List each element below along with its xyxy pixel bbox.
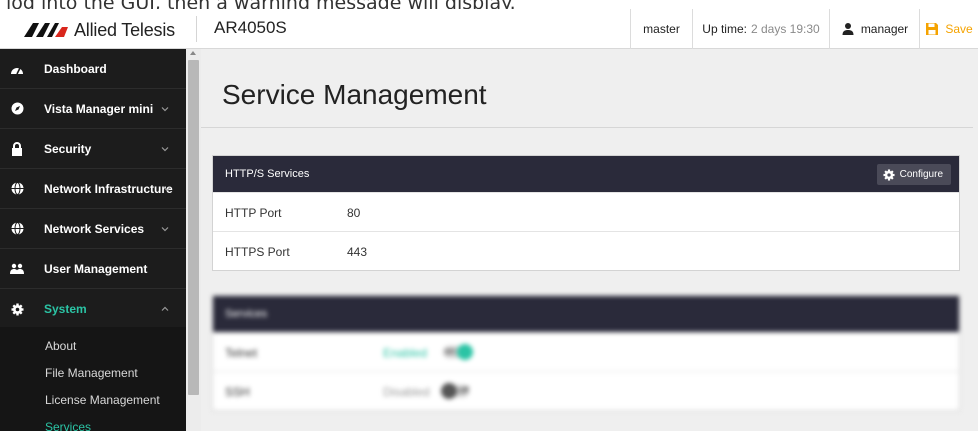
sidebar-item-network-infrastructure[interactable]: Network Infrastructure (0, 169, 186, 209)
submenu-item-about[interactable]: About (45, 339, 76, 353)
card-title: Services (225, 308, 268, 320)
dashboard-icon (10, 62, 24, 76)
sidebar-item-label: Network Services (44, 221, 145, 236)
globe-icon (10, 182, 24, 196)
chevron-up-icon (161, 306, 169, 311)
lock-icon (10, 141, 24, 156)
sidebar-item-network-services[interactable]: Network Services (0, 209, 186, 249)
sidebar-item-label: Network Infrastructure (44, 181, 173, 196)
allied-telesis-logo-icon (24, 23, 68, 37)
row-key: HTTP Port (225, 206, 282, 220)
toggle-text: off (459, 385, 469, 395)
toggle-knob (441, 383, 457, 399)
card-header: Services (213, 296, 959, 332)
header-divider (196, 16, 197, 42)
sidebar: Dashboard Vista Manager mini Security Ne… (0, 49, 186, 431)
gear-icon (10, 302, 24, 316)
chevron-down-icon (163, 186, 171, 191)
sidebar-item-system[interactable]: System (0, 289, 186, 329)
toggle-knob (457, 344, 473, 360)
users-icon (10, 262, 24, 276)
user-name: manager (860, 22, 909, 36)
sidebar-scrollbar-thumb[interactable] (188, 60, 199, 395)
gear-icon (883, 168, 895, 181)
table-row: HTTPS Port 443 (213, 231, 959, 270)
submenu-item-services[interactable]: Services (45, 420, 91, 431)
submenu-item-file-management[interactable]: File Management (45, 366, 138, 380)
uptime-value: 2 days 19:30 (750, 22, 820, 36)
row-value: Enabled (383, 346, 428, 360)
chevron-down-icon (161, 106, 169, 111)
brand-name: Allied Telesis (74, 19, 175, 40)
master-status: master (630, 9, 692, 49)
card-header: HTTP/S Services Configure (213, 156, 959, 192)
uptime-label: Up time: (702, 22, 747, 36)
top-bar: Allied Telesis AR4050S master Up time: 2… (0, 9, 978, 49)
table-row: SSH Disabled off (213, 371, 959, 410)
chevron-down-icon (161, 226, 169, 231)
system-submenu: About File Management License Management… (0, 327, 186, 431)
table-row: Telnet Enabled on (213, 332, 959, 371)
sidebar-item-label: User Management (44, 261, 148, 276)
user-menu[interactable]: manager (829, 9, 919, 49)
sidebar-item-label: System (44, 302, 87, 316)
sidebar-item-dashboard[interactable]: Dashboard (0, 49, 186, 89)
globe-icon (10, 222, 24, 236)
row-value: 80 (347, 206, 361, 220)
sidebar-item-label: Security (44, 141, 92, 156)
configure-label: Configure (899, 169, 943, 180)
submenu-item-license-management[interactable]: License Management (45, 393, 160, 407)
row-key: SSH (225, 385, 250, 399)
sidebar-item-label: Vista Manager mini (44, 101, 154, 116)
configure-button[interactable]: Configure (876, 164, 951, 185)
card-title: HTTP/S Services (225, 168, 310, 180)
brand-logo[interactable]: Allied Telesis (24, 19, 175, 41)
save-button[interactable]: Save (919, 9, 978, 49)
services-card: Services Telnet Enabled on SSH Disabled … (212, 295, 960, 411)
save-label: Save (945, 22, 973, 36)
row-value: Disabled (383, 385, 430, 399)
row-key: Telnet (225, 346, 258, 360)
floppy-disk-icon (926, 23, 939, 35)
sidebar-item-user-management[interactable]: User Management (0, 249, 186, 289)
scroll-up-arrow-icon[interactable] (190, 51, 196, 55)
row-value: 443 (347, 245, 368, 259)
user-icon (842, 23, 854, 35)
sidebar-item-label: Dashboard (44, 61, 107, 76)
main-content: Service Management HTTP/S Services Confi… (201, 49, 978, 431)
uptime-status: Up time: 2 days 19:30 (692, 9, 829, 49)
title-divider (201, 127, 973, 128)
page-title: Service Management (222, 79, 487, 110)
row-key: HTTPS Port (225, 245, 290, 259)
toggle-text: on (445, 346, 456, 356)
table-row: HTTP Port 80 (213, 192, 959, 231)
https-services-card: HTTP/S Services Configure HTTP Port 80 H… (212, 155, 960, 271)
device-model: AR4050S (214, 18, 287, 37)
compass-icon (10, 102, 24, 116)
chevron-down-icon (161, 146, 169, 151)
sidebar-item-vista-manager-mini[interactable]: Vista Manager mini (0, 89, 186, 129)
master-label: master (643, 22, 680, 36)
sidebar-item-security[interactable]: Security (0, 129, 186, 169)
